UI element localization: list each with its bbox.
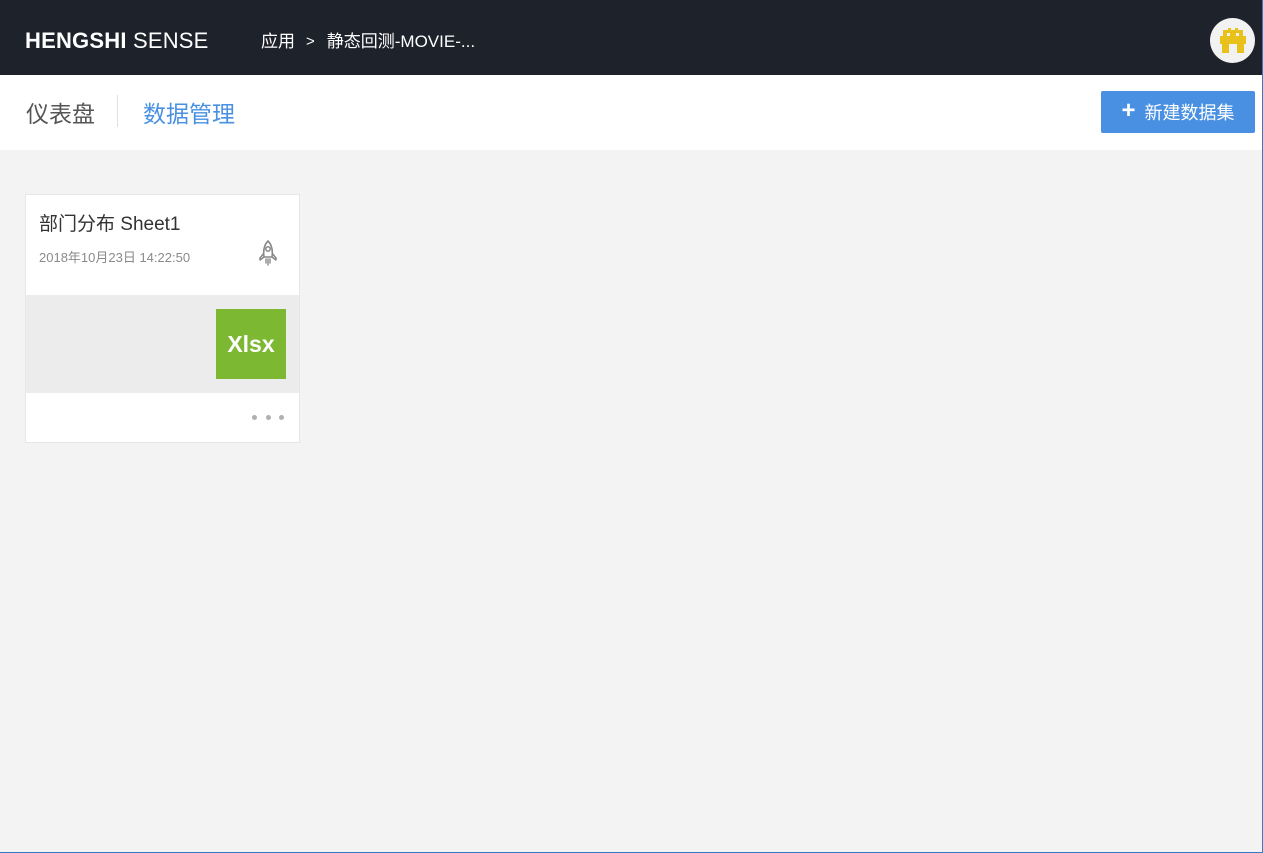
more-dot (279, 414, 284, 420)
new-dataset-button[interactable]: + 新建数据集 (1101, 91, 1255, 133)
dataset-timestamp: 2018年10月23日 14:22:50 (39, 250, 191, 265)
new-dataset-label: 新建数据集 (1144, 103, 1235, 123)
user-avatar[interactable] (1210, 18, 1255, 63)
top-header: HENGSHI SENSE 应用 > 静态回测-MOVIE-... (0, 0, 1262, 75)
brand-logo[interactable]: HENGSHI SENSE (25, 27, 209, 55)
xlsx-file-badge: Xlsx (216, 309, 286, 379)
brand-name-light: SENSE (132, 28, 209, 53)
breadcrumb-current-app[interactable]: 静态回测-MOVIE-... (327, 31, 475, 53)
more-dot (252, 414, 257, 420)
tab-divider (117, 95, 118, 127)
brand-name-bold: HENGSHI (25, 28, 127, 53)
more-dots-icon[interactable] (252, 409, 284, 425)
tab-data-management[interactable]: 数据管理 (143, 99, 235, 129)
dataset-preview[interactable]: Xlsx (26, 295, 299, 393)
breadcrumb-separator: > (306, 33, 315, 50)
tab-dashboard[interactable]: 仪表盘 (26, 99, 95, 129)
breadcrumb-apps-link[interactable]: 应用 (261, 31, 295, 53)
plus-icon: + (1121, 97, 1136, 124)
android-robot-icon (1219, 27, 1246, 53)
more-dot (265, 414, 271, 420)
dataset-card[interactable]: 部门分布 Sheet1 2018年10月23日 14:22:50 Xlsx (25, 194, 300, 443)
page: HENGSHI SENSE 应用 > 静态回测-MOVIE-... 仪表盘 数据… (0, 0, 1263, 853)
dataset-title[interactable]: 部门分布 Sheet1 (39, 213, 181, 237)
sub-navigation: 仪表盘 数据管理 + 新建数据集 (0, 75, 1262, 150)
breadcrumb: 应用 > 静态回测-MOVIE-... (261, 31, 475, 53)
rocket-icon[interactable] (256, 239, 280, 267)
